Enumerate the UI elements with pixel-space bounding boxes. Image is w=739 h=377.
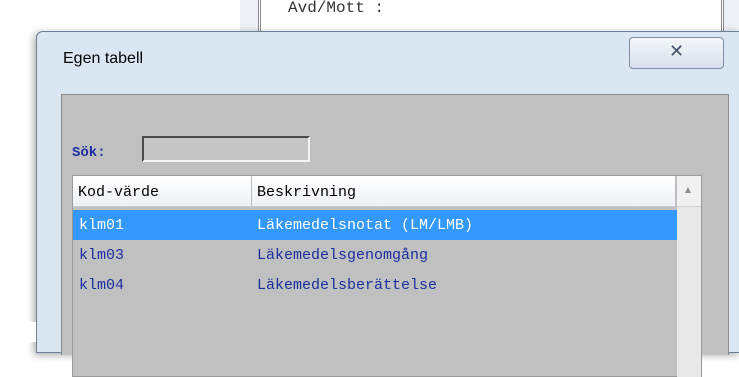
row-description: Läkemedelsnotat (LM/LMB)	[257, 217, 474, 234]
vertical-scrollbar[interactable]	[677, 207, 701, 377]
table-row[interactable]: klm04 Läkemedelsberättelse	[73, 270, 677, 300]
scroll-up-arrow-icon: ▲	[683, 185, 693, 196]
column-header-code[interactable]: Kod-värde	[73, 176, 252, 207]
row-code: klm04	[79, 277, 125, 294]
search-label: Sök:	[72, 145, 106, 161]
row-description: Läkemedelsgenomgång	[257, 247, 429, 264]
table-row[interactable]: klm03 Läkemedelsgenomgång	[73, 240, 677, 270]
search-input[interactable]	[142, 136, 310, 162]
row-code: klm01	[79, 217, 125, 234]
row-description: Läkemedelsberättelse	[257, 277, 438, 294]
scroll-up-button[interactable]: ▲	[677, 176, 701, 207]
background-field-label: Avd/Mott :	[288, 0, 385, 17]
table-row[interactable]: klm01 Läkemedelsnotat (LM/LMB)	[73, 210, 677, 240]
dialog-title: Egen tabell	[63, 50, 144, 67]
code-listview: Kod-värde Beskrivning ▲ klm01 Läkemedels…	[72, 175, 702, 377]
close-icon: ✕	[668, 41, 685, 62]
dialog-client-area: Sök: Kod-värde Beskrivning ▲ klm01 Läkem…	[61, 94, 729, 377]
row-code: klm03	[79, 247, 125, 264]
custom-table-dialog: Egen tabell ✕ Sök: Kod-värde Beskrivning…	[36, 31, 739, 377]
column-header-description[interactable]: Beskrivning	[252, 176, 676, 207]
close-button[interactable]: ✕	[629, 37, 724, 69]
desktop-background	[0, 322, 36, 342]
